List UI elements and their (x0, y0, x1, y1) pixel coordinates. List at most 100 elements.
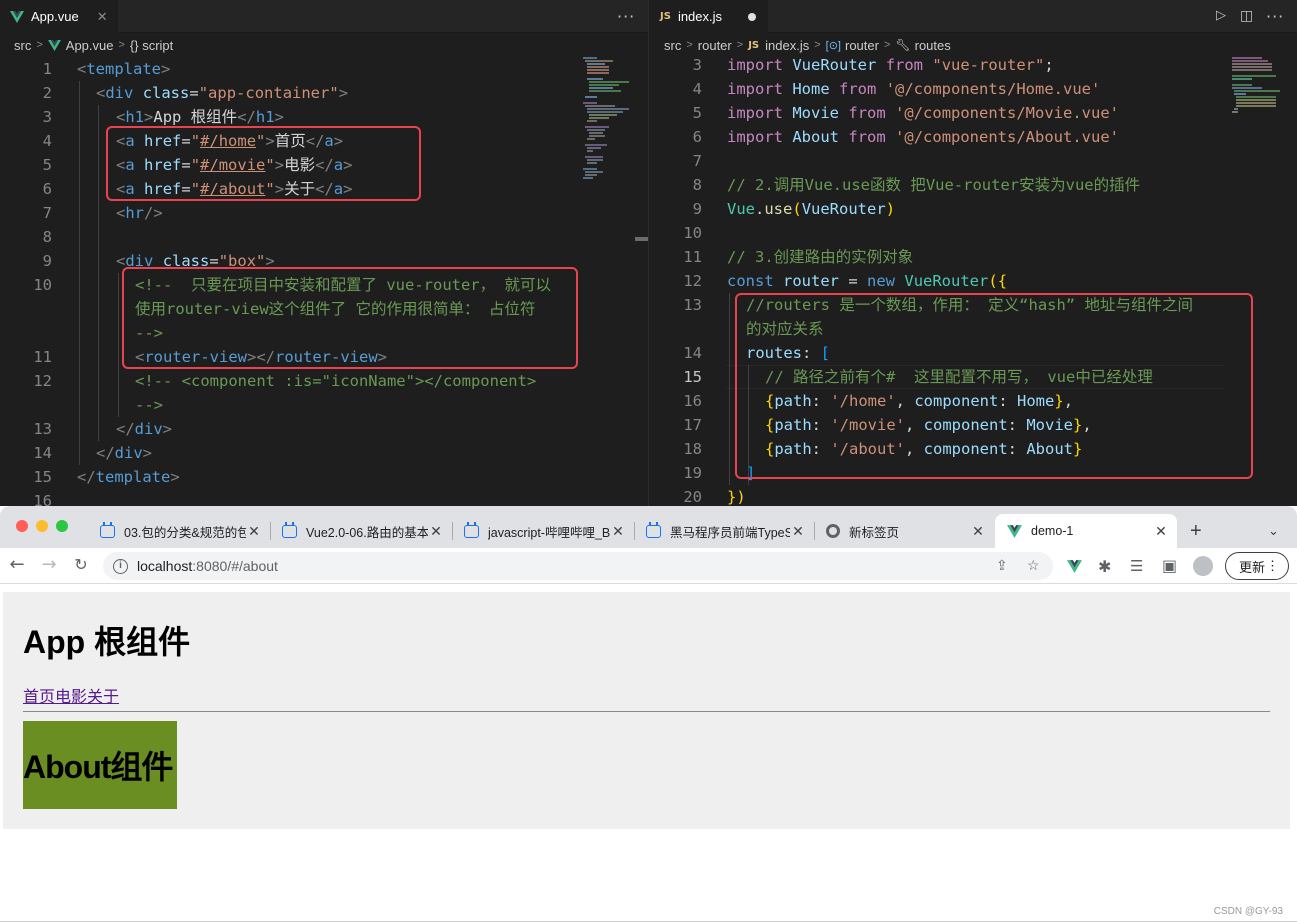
line-number: 17 (683, 416, 702, 434)
browser-tab[interactable]: 03.包的分类&规范的包 ✕ (88, 514, 270, 548)
code-line: </div> (96, 444, 153, 462)
editor-tab-app-vue[interactable]: App.vue ✕ (0, 0, 118, 33)
line-number: 6 (42, 180, 52, 198)
close-tab-icon[interactable]: ✕ (790, 523, 806, 540)
split-editor-icon[interactable]: ◫ (1240, 8, 1253, 24)
address-bar[interactable]: i localhost:8080/#/about ⇪ ☆ (103, 552, 1053, 580)
minimap[interactable] (1232, 57, 1284, 117)
chevron-right-icon: > (686, 39, 693, 51)
breadcrumb-item[interactable]: App.vue (66, 38, 114, 53)
line-number: 8 (42, 228, 52, 246)
close-tab-icon[interactable]: ✕ (970, 523, 986, 540)
vue-devtools-extension-icon[interactable] (1067, 560, 1082, 573)
breadcrumb-item[interactable]: router (698, 38, 732, 53)
bilibili-tv-icon (282, 521, 297, 538)
code-editor: App.vue ✕ ··· src > App.vue > {} script … (0, 0, 1297, 506)
editor-tab-index-js[interactable]: JS index.js (650, 0, 768, 33)
close-tab-icon[interactable]: ✕ (1153, 523, 1169, 540)
info-icon[interactable]: i (113, 558, 128, 574)
scrollbar-thumb[interactable] (635, 237, 648, 241)
line-number: 13 (33, 420, 52, 438)
code-line: <template> (77, 60, 171, 78)
chrome-icon (826, 524, 840, 538)
code-line: <div class="app-container"> (96, 84, 349, 102)
editor-tab-label: App.vue (31, 9, 79, 24)
link-movie[interactable]: 电影 (55, 689, 87, 706)
media-queue-icon[interactable]: ☰ (1130, 557, 1143, 575)
more-actions-icon[interactable]: ··· (1266, 7, 1284, 26)
about-heading: About组件 (23, 749, 173, 785)
chevron-right-icon: > (118, 39, 125, 51)
tab-search-chevron-icon[interactable]: ⌄ (1260, 519, 1290, 543)
reload-icon[interactable]: ↻ (70, 554, 92, 576)
maximize-window-button[interactable] (56, 520, 68, 532)
line-number: 20 (683, 488, 702, 506)
close-tab-icon[interactable]: ✕ (246, 523, 262, 540)
unsaved-dot-icon[interactable] (748, 12, 757, 21)
link-home[interactable]: 首页 (23, 689, 55, 706)
page-title: App 根组件 (23, 624, 191, 660)
browser-tab-active[interactable]: demo-1 ✕ (995, 514, 1177, 548)
indent-guide (79, 81, 80, 465)
line-number: 9 (692, 200, 702, 218)
chevron-right-icon: > (36, 39, 43, 51)
line-number: 12 (33, 372, 52, 390)
url-host: localhost (137, 558, 193, 574)
close-tab-icon[interactable]: ✕ (428, 523, 444, 540)
about-component: About组件 (23, 721, 177, 809)
line-number: 3 (692, 56, 702, 74)
close-tab-icon[interactable]: ✕ (610, 523, 626, 540)
browser-tab[interactable]: 黑马程序员前端TypeS ✕ (634, 514, 814, 548)
line-number: 5 (692, 104, 702, 122)
breadcrumb-item[interactable]: src (664, 38, 681, 53)
update-button[interactable]: 更新 ⋮ (1225, 552, 1289, 580)
vertical-scrollbar[interactable] (635, 57, 648, 506)
minimap[interactable] (583, 57, 635, 197)
code-area[interactable]: 1 2 3 4 5 6 7 8 9 10 11 12 13 14 15 16 <… (0, 57, 648, 506)
browser-tab[interactable]: 新标签页 ✕ (814, 514, 994, 548)
divider (23, 711, 1270, 712)
browser-tab[interactable]: Vue2.0-06.路由的基本 ✕ (270, 514, 452, 548)
javascript-file-icon: JS (748, 39, 760, 51)
line-number: 9 (42, 252, 52, 270)
code-comment: <!-- <component :is="iconName"></compone… (135, 372, 537, 390)
variable-icon: [⊙] (825, 39, 841, 52)
close-window-button[interactable] (16, 520, 28, 532)
more-actions-icon[interactable]: ··· (617, 7, 635, 26)
chevron-right-icon: > (736, 39, 744, 51)
extensions-puzzle-icon[interactable]: ✱ (1098, 557, 1111, 576)
code-line: Vue.use(VueRouter) (727, 200, 896, 218)
code-line: </div> (116, 420, 173, 438)
chevron-right-icon: > (814, 39, 821, 51)
side-panel-icon[interactable]: ▣ (1162, 556, 1177, 575)
code-area[interactable]: 3 4 5 6 7 8 9 10 11 12 13 14 15 16 17 18… (650, 56, 1297, 506)
new-tab-button[interactable]: + (1182, 519, 1212, 543)
watermark: CSDN @GY-93 (1213, 906, 1283, 917)
close-icon[interactable]: ✕ (97, 9, 108, 25)
line-number: 12 (683, 272, 702, 290)
menu-kebab-icon[interactable]: ⋮ (1266, 557, 1279, 575)
code-line: import Movie from '@/components/Movie.vu… (727, 104, 1119, 122)
chevron-right-icon: > (883, 39, 891, 51)
bookmark-star-icon[interactable]: ☆ (1027, 557, 1040, 574)
line-number: 5 (42, 156, 52, 174)
breadcrumb-item[interactable]: router (845, 38, 879, 53)
line-number: 6 (692, 128, 702, 146)
breadcrumb-item[interactable]: src (14, 38, 31, 53)
code-line: import Home from '@/components/Home.vue' (727, 80, 1101, 98)
profile-avatar-icon[interactable] (1193, 556, 1213, 576)
breadcrumb-item[interactable]: {} script (130, 38, 173, 53)
link-about[interactable]: 关于 (87, 689, 119, 706)
run-icon[interactable]: ▷ (1216, 8, 1226, 23)
back-arrow-icon[interactable]: ← (6, 554, 28, 576)
breadcrumb-item[interactable]: routes (915, 38, 951, 53)
editor-pane-index-js: JS index.js ▷ ◫ ··· src > router > JS in… (650, 0, 1297, 506)
code-line: const router = new VueRouter({ (727, 272, 1008, 290)
bilibili-tv-icon (100, 521, 115, 538)
share-icon[interactable]: ⇪ (996, 557, 1008, 574)
browser-tab[interactable]: javascript-哔哩哔哩_B ✕ (452, 514, 634, 548)
indent-guide (118, 273, 119, 417)
minimize-window-button[interactable] (36, 520, 48, 532)
forward-arrow-icon[interactable]: → (38, 554, 60, 576)
breadcrumb-item[interactable]: index.js (765, 38, 809, 53)
